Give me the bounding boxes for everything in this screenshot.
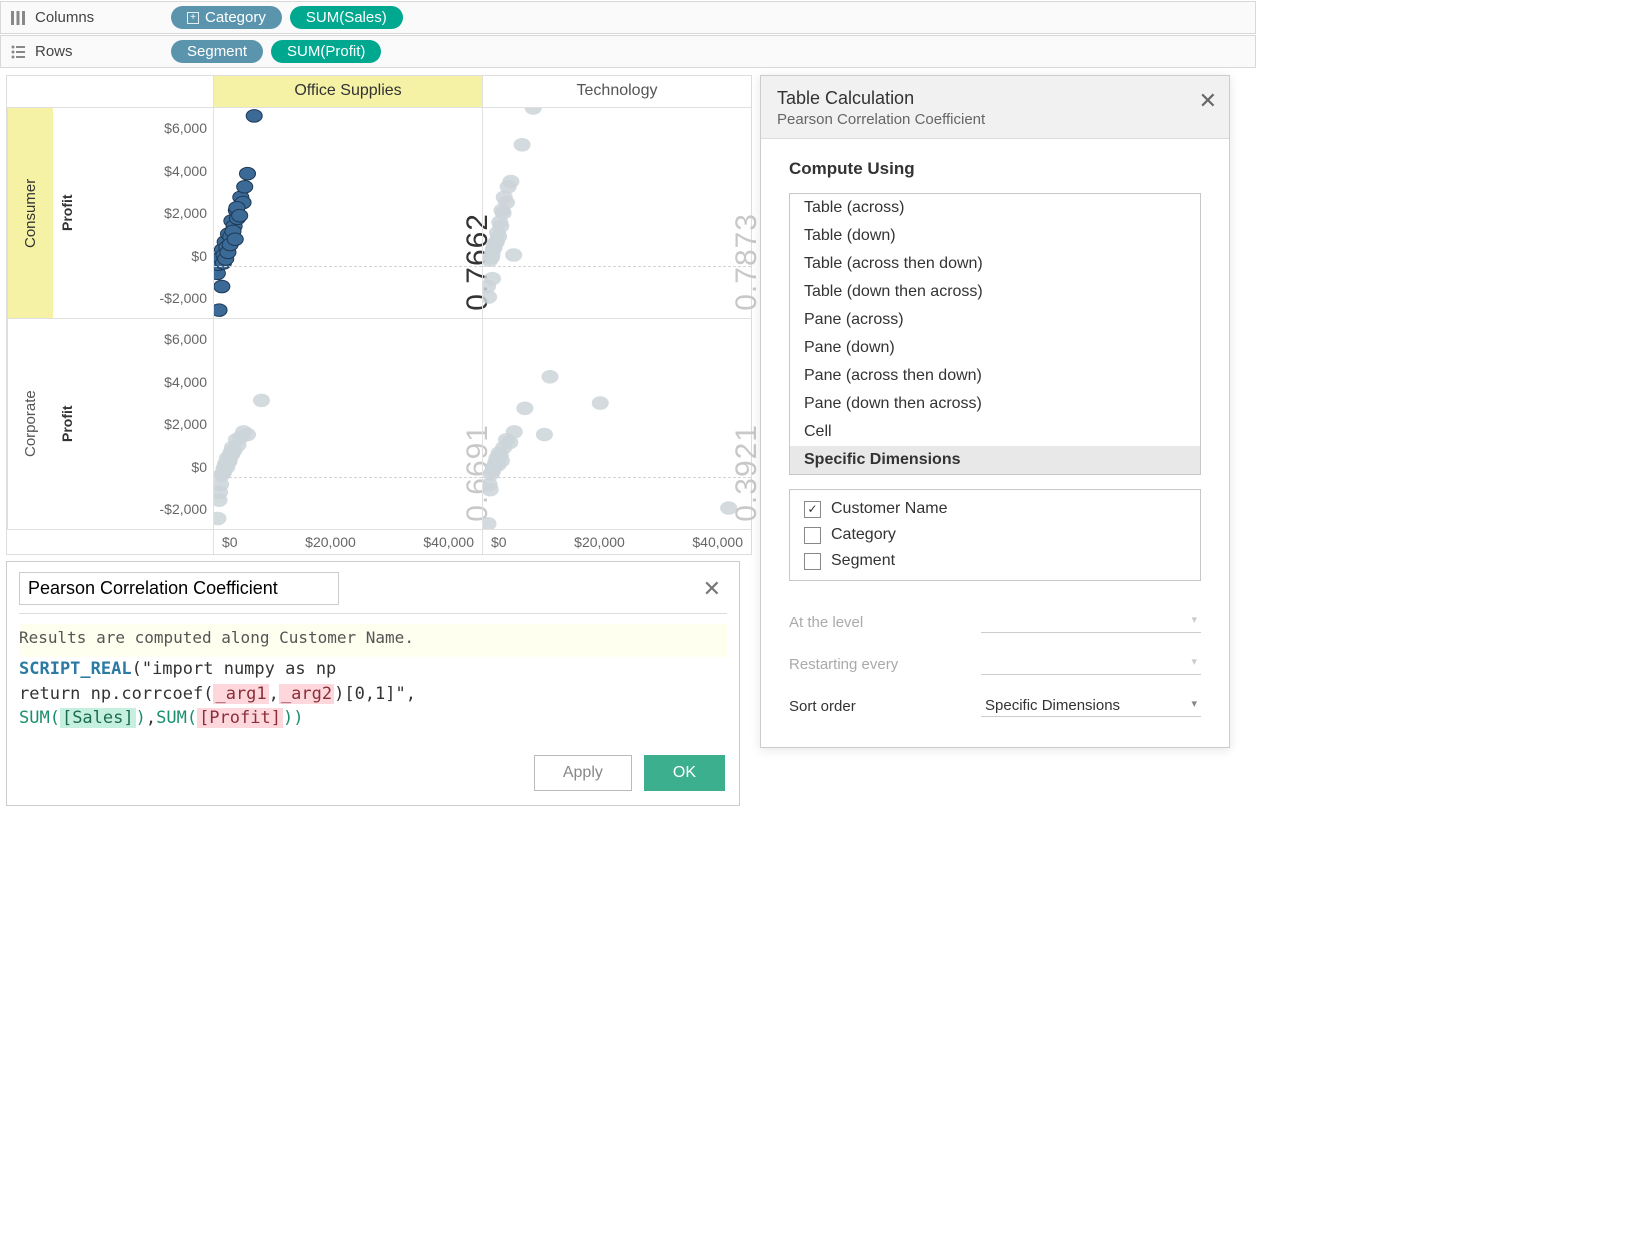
compute-option[interactable]: Specific Dimensions (790, 446, 1200, 474)
at-level-row: At the level (789, 601, 1201, 643)
y-axis-title: Profit (53, 319, 81, 529)
compute-option[interactable]: Table (down then across) (790, 278, 1200, 306)
compute-option[interactable]: Cell (790, 418, 1200, 446)
compute-option[interactable]: Pane (across then down) (790, 362, 1200, 390)
panel-subtitle: Pearson Correlation Coefficient (777, 111, 1213, 128)
rows-label-text: Rows (35, 43, 73, 60)
columns-shelf[interactable]: Columns + Category SUM(Sales) (0, 1, 1256, 34)
x-axis-ticks-right: $0$20,000$40,000 (482, 530, 751, 554)
columns-shelf-label: Columns (9, 9, 159, 27)
expand-icon: + (187, 12, 199, 24)
rows-shelf[interactable]: Rows Segment SUM(Profit) (0, 35, 1256, 68)
rows-shelf-label: Rows (9, 43, 159, 61)
y-axis-title: Profit (53, 108, 81, 318)
scatter-pane[interactable]: 0.6691 (213, 319, 482, 529)
scatter-pane[interactable]: 0.3921 (482, 319, 751, 529)
calc-hint: Results are computed along Customer Name… (19, 624, 727, 657)
restarting-row: Restarting every (789, 643, 1201, 685)
pill-segment[interactable]: Segment (171, 40, 263, 63)
rows-pills: Segment SUM(Profit) (171, 40, 381, 63)
col-header-office-supplies[interactable]: Office Supplies (213, 76, 482, 108)
compute-option[interactable]: Pane (down) (790, 334, 1200, 362)
columns-pills: + Category SUM(Sales) (171, 6, 403, 29)
checkbox-icon[interactable] (804, 527, 821, 544)
checkbox-icon[interactable] (804, 501, 821, 518)
at-level-select (981, 611, 1201, 633)
compute-option[interactable]: Table (across) (790, 194, 1200, 222)
compute-using-list[interactable]: Table (across)Table (down)Table (across … (789, 193, 1201, 475)
compute-option[interactable]: Pane (across) (790, 306, 1200, 334)
calculation-editor: ✕ Results are computed along Customer Na… (6, 561, 740, 806)
dimension-row[interactable]: Category (790, 522, 1200, 548)
pill-category[interactable]: + Category (171, 6, 282, 29)
header-corner (7, 76, 213, 108)
compute-option[interactable]: Pane (down then across) (790, 390, 1200, 418)
calc-body[interactable]: Results are computed along Customer Name… (7, 614, 739, 741)
scatter-pane[interactable]: 0.7873 (482, 108, 751, 318)
restarting-select (981, 653, 1201, 675)
y-axis-ticks: $6,000$4,000$2,000$0-$2,000 (81, 319, 213, 529)
row-header[interactable]: Consumer (7, 108, 53, 318)
rows-icon (9, 43, 27, 61)
dimension-label: Category (831, 526, 896, 544)
pill-sum-profit[interactable]: SUM(Profit) (271, 40, 381, 63)
row-header[interactable]: Corporate (7, 319, 53, 529)
correlation-value: 0.7873 (730, 213, 764, 311)
correlation-value: 0.3921 (730, 424, 764, 522)
col-header-technology[interactable]: Technology (482, 76, 751, 108)
dimension-label: Segment (831, 552, 895, 570)
apply-button[interactable]: Apply (534, 755, 632, 791)
checkbox-icon[interactable] (804, 553, 821, 570)
calc-name-input[interactable] (19, 572, 339, 605)
ok-button[interactable]: OK (644, 755, 725, 791)
compute-option[interactable]: Table (across then down) (790, 250, 1200, 278)
dimensions-group: Customer Name Category Segment (789, 489, 1201, 581)
y-axis-ticks: $6,000$4,000$2,000$0-$2,000 (81, 108, 213, 318)
compute-using-label: Compute Using (789, 159, 1201, 179)
scatter-pane[interactable]: 0.7662 (213, 108, 482, 318)
visualization[interactable]: Office Supplies Technology ConsumerProfi… (6, 75, 752, 555)
sort-order-select[interactable]: Specific Dimensions (981, 695, 1201, 717)
compute-option[interactable]: Table (down) (790, 222, 1200, 250)
panel-title: Table Calculation (777, 88, 1213, 109)
close-icon[interactable]: ✕ (697, 576, 727, 602)
sort-order-row: Sort order Specific Dimensions (789, 685, 1201, 727)
pill-sum-sales[interactable]: SUM(Sales) (290, 6, 403, 29)
columns-label-text: Columns (35, 9, 94, 26)
dimension-row[interactable]: Customer Name (790, 496, 1200, 522)
close-icon[interactable]: ✕ (1199, 88, 1217, 114)
columns-icon (9, 9, 27, 27)
dimension-row[interactable]: Segment (790, 548, 1200, 574)
table-calc-panel: Table Calculation Pearson Correlation Co… (760, 75, 1230, 748)
x-axis-ticks-left: $0$20,000$40,000 (213, 530, 482, 554)
dimension-label: Customer Name (831, 500, 947, 518)
